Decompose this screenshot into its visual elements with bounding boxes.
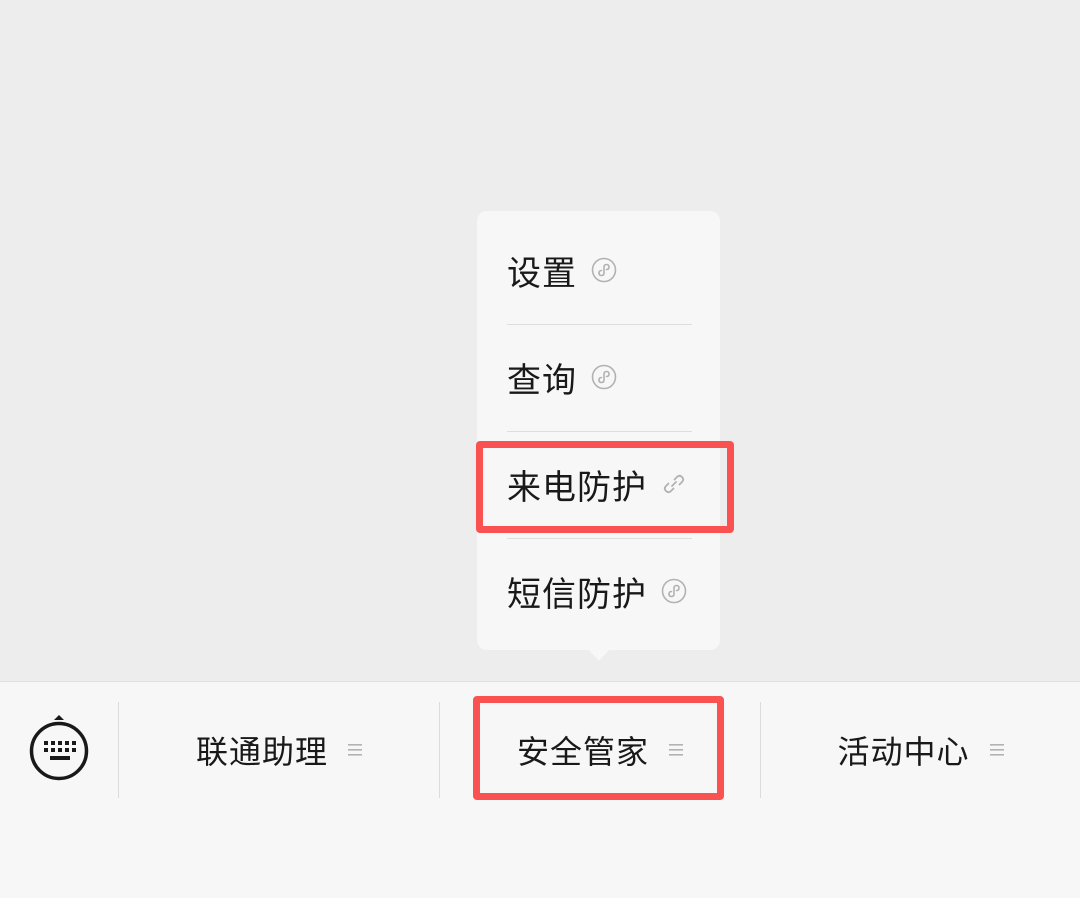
- submenu-item-label: 查询: [507, 360, 577, 401]
- submenu-item-label: 设置: [507, 253, 577, 294]
- keyboard-toggle-button[interactable]: [28, 714, 90, 790]
- menu-lines-icon: [348, 742, 362, 758]
- menu-lines-icon: [669, 742, 683, 758]
- menu-lines-icon: [989, 742, 1004, 758]
- submenu-item-sms-protection[interactable]: 短信防护: [507, 538, 697, 644]
- submenu-popup: 设置 查询 来电防护 短信防护: [477, 211, 720, 650]
- bottom-menu-security[interactable]: 安全管家: [440, 702, 760, 798]
- submenu-item-label: 来电防护: [507, 467, 647, 508]
- bottom-menu-activity[interactable]: 活动中心: [761, 702, 1080, 798]
- submenu-item-call-protection[interactable]: 来电防护: [507, 431, 697, 537]
- bottom-menu-label: 活动中心: [837, 733, 970, 771]
- popup-arrow: [588, 649, 610, 661]
- bottom-menu-bar: 联通助理 安全管家 活动中心: [0, 681, 1080, 898]
- submenu-item-settings[interactable]: 设置: [507, 217, 697, 323]
- mini-program-icon: [661, 578, 687, 604]
- submenu-item-query[interactable]: 查询: [507, 324, 697, 430]
- link-icon: [661, 471, 687, 497]
- bottom-menu-assistant[interactable]: 联通助理: [119, 702, 439, 798]
- mini-program-icon: [591, 364, 617, 390]
- bottom-menu-label: 安全管家: [516, 733, 649, 771]
- mini-program-icon: [591, 257, 617, 283]
- bottom-menu-label: 联通助理: [195, 733, 328, 771]
- submenu-item-label: 短信防护: [507, 574, 647, 615]
- keyboard-icon: [29, 715, 89, 781]
